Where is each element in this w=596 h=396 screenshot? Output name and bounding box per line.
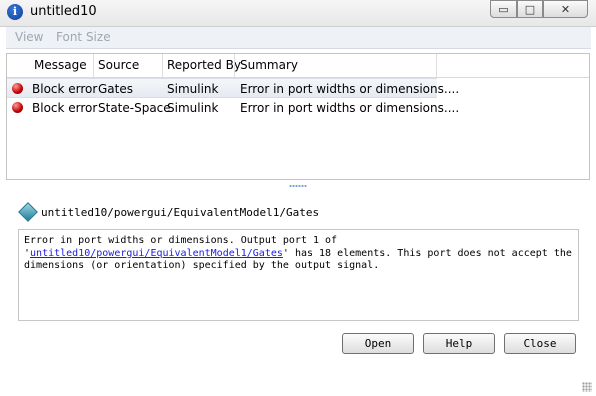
row-source: State-Space <box>98 101 171 115</box>
error-icon <box>12 102 23 113</box>
maximize-button[interactable]: □ <box>517 0 543 18</box>
menu-font-size[interactable]: Font Size <box>56 30 111 44</box>
column-divider[interactable] <box>162 54 163 77</box>
column-divider[interactable] <box>436 54 437 77</box>
row-message: Block error <box>32 101 98 115</box>
table-header: Message Source Reported By Summary <box>7 54 589 78</box>
row-source: Gates <box>98 82 133 96</box>
maximize-icon: □ <box>524 3 536 16</box>
table-row[interactable]: Block error State-Space Simulink Error i… <box>7 98 459 118</box>
title-bar: i untitled10 ▭ □ ✕ <box>0 0 596 27</box>
row-message: Block error <box>32 82 98 96</box>
close-icon: ✕ <box>560 3 571 16</box>
row-summary: Error in port widths or dimensions.... <box>240 101 460 115</box>
row-reported-by: Simulink <box>167 101 219 115</box>
info-app-icon: i <box>7 4 23 20</box>
column-header-reported-by[interactable]: Reported By <box>167 58 241 72</box>
menu-view[interactable]: View <box>15 30 43 44</box>
help-button[interactable]: Help <box>423 333 495 354</box>
row-reported-by: Simulink <box>167 82 219 96</box>
row-summary: Error in port widths or dimensions.... <box>240 82 460 96</box>
splitter-handle[interactable] <box>289 184 307 188</box>
detail-text-before: Error in port widths or dimensions. Outp… <box>24 235 338 246</box>
block-diamond-icon <box>18 202 38 222</box>
block-path: untitled10/powergui/EquivalentModel1/Gat… <box>41 206 320 219</box>
column-header-message[interactable]: Message <box>34 58 87 72</box>
message-detail-pane: Error in port widths or dimensions. Outp… <box>18 229 579 321</box>
message-table: Message Source Reported By Summary Block… <box>6 53 590 180</box>
minimize-button[interactable]: ▭ <box>490 0 517 18</box>
table-row[interactable]: Block error Gates Simulink Error in port… <box>7 78 459 98</box>
window-title: untitled10 <box>30 4 97 19</box>
close-button[interactable]: Close <box>504 333 576 354</box>
column-header-summary[interactable]: Summary <box>240 58 298 72</box>
column-divider[interactable] <box>93 54 94 77</box>
close-window-button[interactable]: ✕ <box>543 0 588 18</box>
minimize-icon: ▭ <box>498 3 509 16</box>
column-header-source[interactable]: Source <box>98 58 139 72</box>
column-divider[interactable] <box>234 54 235 77</box>
block-link[interactable]: untitled10/powergui/EquivalentModel1/Gat… <box>30 248 283 259</box>
open-button[interactable]: Open <box>342 333 414 354</box>
menu-bar: View Font Size <box>6 27 591 49</box>
error-icon <box>12 83 23 94</box>
resize-grip[interactable] <box>582 382 592 392</box>
